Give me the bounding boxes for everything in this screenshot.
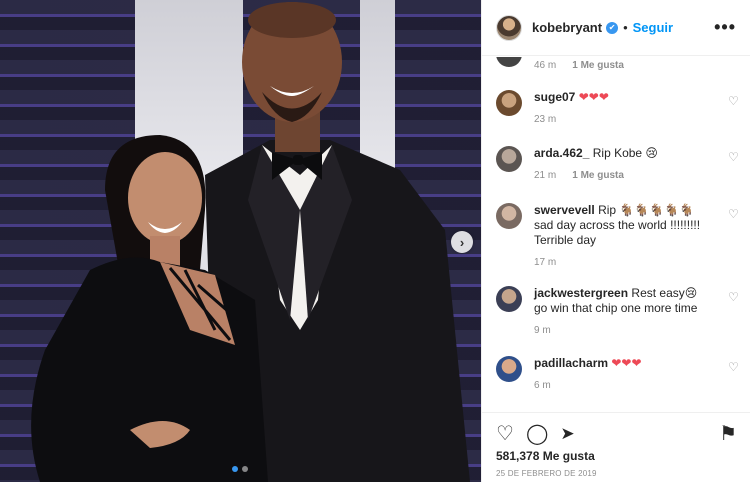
author-username[interactable]: kobebryant [532, 20, 602, 35]
comment-text: ❤❤❤ [578, 90, 609, 104]
like-comment-heart-icon[interactable]: ♡ [728, 361, 740, 373]
comment-time: 17 m [534, 257, 557, 268]
comment-bubble-icon[interactable]: ◯ [526, 423, 548, 445]
comments-list[interactable]: 46 m 1 Me gusta suge07 ❤❤❤ 23 m ♡ arda.46… [482, 57, 750, 412]
comment-meta: 17 m [534, 257, 740, 268]
like-comment-heart-icon[interactable]: ♡ [728, 95, 740, 107]
comment-username[interactable]: swervevell [534, 203, 595, 217]
follow-button[interactable]: Seguir [633, 20, 673, 35]
likes-number: 581,378 [496, 449, 540, 463]
comment-username[interactable]: arda.462_ [534, 146, 589, 160]
share-paper-plane-icon[interactable]: ➤ [560, 423, 574, 445]
like-comment-heart-icon[interactable]: ♡ [728, 151, 740, 163]
likes-label: Me gusta [542, 449, 595, 463]
comment-meta: 9 m [534, 325, 740, 336]
comment-text: ❤❤❤ [611, 356, 642, 370]
likes-count[interactable]: 581,378 Me gusta [496, 449, 595, 463]
carousel-dot-active [232, 466, 238, 472]
comment-avatar[interactable] [496, 356, 522, 382]
post-sidebar: kobebryant ✔ • Seguir ••• 46 m 1 Me gusta… [481, 0, 750, 482]
comment-time: 21 m [534, 170, 557, 181]
carousel-dot [242, 466, 248, 472]
post-actions: ♡ ◯ ➤ ⚑ 581,378 Me gusta 25 DE FEBRERO D… [482, 412, 750, 482]
instagram-post: › kobebryant ✔ • Seguir ••• 46 m 1 Me gus… [0, 0, 750, 482]
comment-avatar[interactable] [496, 286, 522, 312]
comment-body: padillacharm ❤❤❤ [534, 356, 712, 371]
comment-item: swervevell Rip 🐐🐐🐐🐐🐐 sad day across the … [496, 203, 740, 268]
comment-body: suge07 ❤❤❤ [534, 90, 712, 105]
comment-meta: 23 m [534, 114, 740, 125]
action-icons: ♡ ◯ ➤ [496, 423, 575, 445]
comment-item: arda.462_ Rip Kobe 😢 21 m 1 Me gusta ♡ [496, 146, 740, 181]
comment-likes-link[interactable]: 1 Me gusta [572, 170, 624, 181]
verified-badge-icon: ✔ [606, 21, 619, 34]
like-heart-icon[interactable]: ♡ [496, 423, 514, 445]
comment-avatar[interactable] [496, 57, 522, 67]
comment-avatar[interactable] [496, 203, 522, 229]
save-bookmark-icon[interactable]: ⚑ [719, 423, 737, 445]
post-header: kobebryant ✔ • Seguir ••• [482, 0, 750, 56]
like-comment-heart-icon[interactable]: ♡ [728, 208, 740, 220]
people-illustration [31, 2, 470, 482]
comment-body: jackwestergreen Rest easy😢 go win that c… [534, 286, 712, 316]
header-separator: • [623, 20, 628, 35]
comment-username[interactable]: padillacharm [534, 356, 608, 370]
comment-time: 46 m [534, 60, 557, 71]
comment-time: 9 m [534, 325, 551, 336]
post-date[interactable]: 25 DE FEBRERO DE 2019 [496, 469, 597, 478]
comment-time: 23 m [534, 114, 557, 125]
comment-item: padillacharm ❤❤❤ 6 m ♡ [496, 356, 740, 391]
comment-likes-link[interactable]: 1 Me gusta [572, 60, 624, 71]
comment-meta: 46 m 1 Me gusta [534, 60, 624, 71]
more-options-icon[interactable]: ••• [714, 17, 736, 38]
comment-item: suge07 ❤❤❤ 23 m ♡ [496, 90, 740, 125]
comment-body: swervevell Rip 🐐🐐🐐🐐🐐 sad day across the … [534, 203, 712, 248]
comment-body: arda.462_ Rip Kobe 😢 [534, 146, 712, 161]
comment-text: Rip Kobe 😢 [592, 146, 658, 160]
comment-username[interactable]: suge07 [534, 90, 575, 104]
like-comment-heart-icon[interactable]: ♡ [728, 291, 740, 303]
author-avatar[interactable] [496, 14, 522, 41]
comment-username[interactable]: jackwestergreen [534, 286, 628, 300]
comment-avatar[interactable] [496, 146, 522, 172]
carousel-dots [232, 466, 248, 472]
comment-meta: 6 m [534, 380, 740, 391]
comment-time: 6 m [534, 380, 551, 391]
comment-item: jackwestergreen Rest easy😢 go win that c… [496, 286, 740, 336]
post-photo[interactable]: › [0, 0, 481, 482]
comment-avatar[interactable] [496, 90, 522, 116]
comment-meta: 21 m 1 Me gusta [534, 170, 740, 181]
next-photo-button[interactable]: › [451, 231, 473, 253]
